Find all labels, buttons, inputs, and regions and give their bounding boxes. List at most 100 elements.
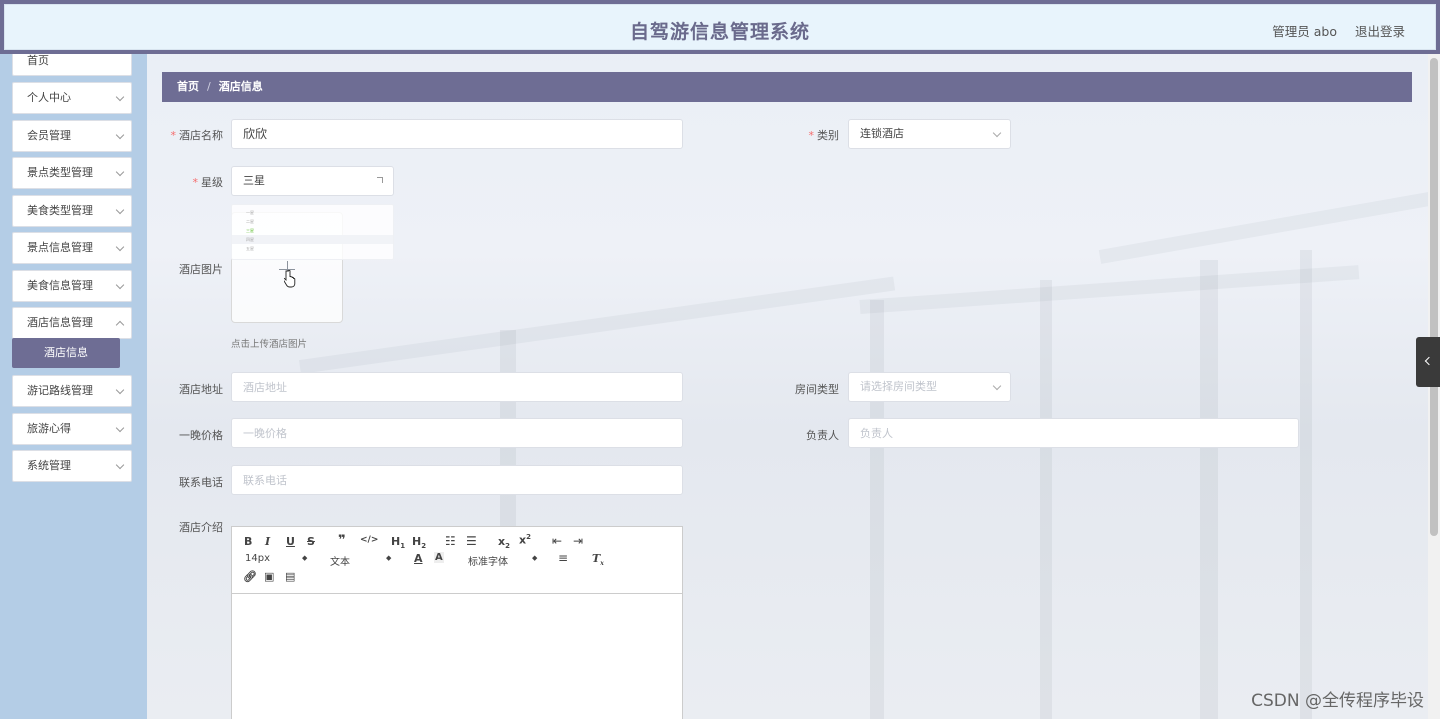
italic-icon[interactable]: I: [265, 535, 270, 548]
sidebar-item-food-info[interactable]: 美食信息管理: [12, 270, 132, 302]
chevron-down-icon: [992, 381, 1002, 391]
sidebar-item-label: 景点类型管理: [27, 166, 93, 179]
hotel-name-label: * 酒店名称: [170, 129, 224, 142]
sidebar-item-hotel-info[interactable]: 酒店信息管理: [12, 307, 132, 339]
sidebar-item-food-types[interactable]: 美食类型管理: [12, 195, 132, 227]
scrollbar-thumb[interactable]: [1430, 58, 1438, 536]
sidebar-item-system[interactable]: 系统管理: [12, 450, 132, 482]
heading2-icon[interactable]: H2: [412, 535, 426, 550]
intro-label: 酒店介绍: [179, 521, 223, 534]
price-input[interactable]: [231, 418, 683, 448]
chevron-down-icon: [115, 385, 125, 395]
chevron-down-icon: [115, 92, 125, 102]
sidebar-item-label: 游记路线管理: [27, 384, 93, 397]
user-label: 管理员 abo: [1272, 24, 1337, 39]
watermark: CSDN @全传程序毕设: [1251, 691, 1424, 711]
price-label: 一晚价格: [179, 429, 223, 442]
hotel-name-input[interactable]: 欣欣: [231, 119, 683, 149]
link-icon[interactable]: 🔗︎: [243, 570, 257, 583]
background-color-icon[interactable]: A: [434, 552, 444, 563]
header-user-area: 管理员 abo 退出登录: [1258, 21, 1405, 40]
sidebar-item-label: 美食类型管理: [27, 204, 93, 217]
category-select[interactable]: 连锁酒店: [848, 119, 1011, 149]
ordered-list-icon[interactable]: ☷: [445, 534, 456, 548]
header-bar: 自驾游信息管理系统 管理员 abo 退出登录: [4, 4, 1436, 50]
sidebar-item-scenic-info[interactable]: 景点信息管理: [12, 232, 132, 264]
align-icon[interactable]: ≡: [558, 551, 568, 565]
main-content: 首页 / 酒店信息 * 酒店名称 欣欣 * 类别 连锁酒店 * 星级 三星 酒店图片 一星…: [147, 54, 1440, 719]
star-label: * 星级: [192, 176, 224, 189]
code-icon[interactable]: </>: [360, 535, 378, 545]
font-family-select[interactable]: 标准字体 ◆: [468, 553, 540, 568]
breadcrumb-current: 酒店信息: [218, 80, 263, 93]
chevron-down-icon: [115, 205, 125, 215]
star-option[interactable]: 一星: [232, 208, 393, 217]
app-title: 自驾游信息管理系统: [629, 21, 810, 43]
quote-icon[interactable]: ❞: [338, 533, 346, 548]
sidebar: 首页 个人中心 会员管理 景点类型管理 美食类型管理 景点信息管理 美食信息管理…: [0, 54, 147, 719]
sidebar-item-label: 个人中心: [27, 91, 71, 104]
phone-label: 联系电话: [179, 476, 223, 489]
sidebar-item-home[interactable]: 首页: [12, 54, 132, 76]
chevron-up-icon: [377, 177, 383, 183]
editor-toolbar: B I U S ❞ </> H1 H2 ☷ ☰ x2 x2 ⇤ ⇥ 14px ◆ …: [232, 527, 682, 594]
font-color-icon[interactable]: A: [414, 552, 423, 565]
sidebar-item-travel-routes[interactable]: 游记路线管理: [12, 375, 132, 407]
star-option[interactable]: 五星: [232, 244, 393, 253]
hand-cursor-icon: [284, 270, 296, 288]
indent-icon[interactable]: ⇥: [573, 534, 583, 548]
chevron-up-icon: [115, 320, 125, 330]
sidebar-item-label: 系统管理: [27, 459, 71, 472]
address-label: 酒店地址: [179, 383, 223, 396]
bullet-list-icon[interactable]: ☰: [466, 534, 477, 548]
clear-format-icon[interactable]: Tx: [592, 552, 604, 567]
address-input[interactable]: [231, 372, 683, 402]
sidebar-item-members[interactable]: 会员管理: [12, 120, 132, 152]
underline-icon[interactable]: U: [286, 535, 295, 548]
manager-label: 负责人: [806, 429, 839, 442]
sidebar-item-personal[interactable]: 个人中心: [12, 82, 132, 114]
chevron-down-icon: [992, 128, 1002, 138]
star-select[interactable]: 三星: [231, 166, 394, 196]
sidebar-item-label: 酒店信息管理: [27, 316, 93, 329]
star-option[interactable]: 四星: [232, 235, 393, 244]
font-size-select[interactable]: 14px ◆: [245, 553, 315, 564]
bold-icon[interactable]: B: [244, 535, 252, 548]
video-icon[interactable]: ▤: [285, 570, 295, 583]
upload-tip: 点击上传酒店图片: [231, 339, 308, 350]
chevron-down-icon: [115, 130, 125, 140]
side-panel-toggle[interactable]: [1416, 337, 1440, 387]
breadcrumb: 首页 / 酒店信息: [162, 72, 1412, 102]
heading1-icon[interactable]: H1: [391, 535, 405, 550]
sidebar-item-label: 首页: [27, 54, 49, 67]
rich-text-editor: B I U S ❞ </> H1 H2 ☷ ☰ x2 x2 ⇤ ⇥ 14px ◆ …: [231, 526, 683, 719]
strike-icon[interactable]: S: [307, 535, 315, 548]
sidebar-item-travel-notes[interactable]: 旅游心得: [12, 413, 132, 445]
chevron-down-icon: [115, 280, 125, 290]
chevron-left-icon: [1424, 356, 1434, 366]
breadcrumb-home[interactable]: 首页: [177, 80, 199, 93]
sidebar-item-label: 旅游心得: [27, 422, 71, 435]
superscript-icon[interactable]: x2: [519, 533, 531, 547]
sidebar-item-scenic-types[interactable]: 景点类型管理: [12, 157, 132, 189]
chevron-down-icon: [115, 423, 125, 433]
manager-input[interactable]: [848, 418, 1299, 448]
image-icon[interactable]: ▣: [264, 570, 274, 583]
text-style-select[interactable]: 文本 ◆: [330, 553, 395, 568]
outdent-icon[interactable]: ⇤: [552, 534, 562, 548]
sidebar-item-label: 景点信息管理: [27, 241, 93, 254]
sidebar-item-label: 会员管理: [27, 129, 71, 142]
subscript-icon[interactable]: x2: [498, 535, 510, 550]
hotel-image-label: 酒店图片: [179, 263, 223, 276]
sidebar-item-label: 美食信息管理: [27, 279, 93, 292]
star-option[interactable]: 二星: [232, 217, 393, 226]
room-type-label: 房间类型: [795, 383, 839, 396]
phone-input[interactable]: [231, 465, 683, 495]
sidebar-subitem-hotel[interactable]: 酒店信息: [12, 338, 120, 368]
room-type-select[interactable]: 请选择房间类型: [848, 372, 1011, 402]
star-dropdown-menu: 一星 二星 三星 四星 五星: [231, 204, 394, 260]
logout-link[interactable]: 退出登录: [1355, 24, 1405, 39]
header: 自驾游信息管理系统 管理员 abo 退出登录: [0, 0, 1440, 54]
star-option[interactable]: 三星: [232, 226, 393, 235]
chevron-down-icon: [115, 167, 125, 177]
